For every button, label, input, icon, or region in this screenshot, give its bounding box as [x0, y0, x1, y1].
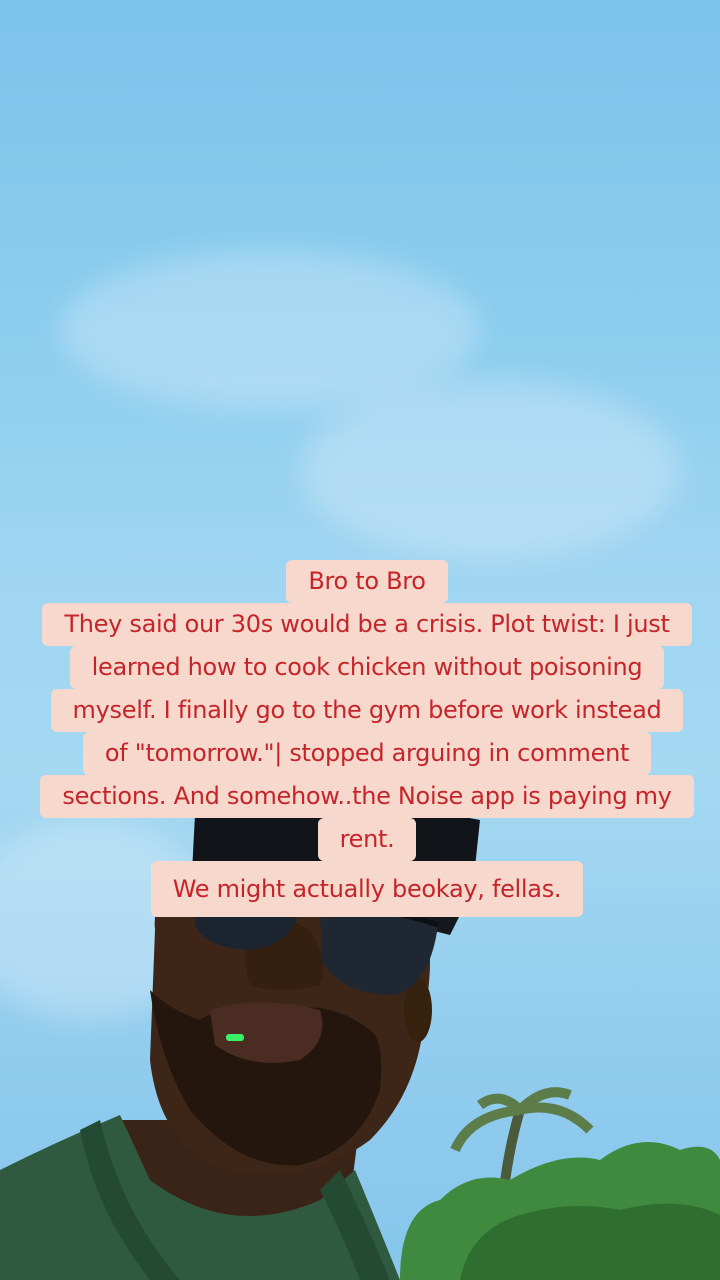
- caption-line: learned how to cook chicken without pois…: [69, 646, 665, 689]
- caption-title: Bro to Bro: [286, 560, 448, 603]
- caption-line: We might actually beokay, fellas.: [150, 861, 584, 917]
- caption-line: of "tomorrow."| stopped arguing in comme…: [82, 732, 652, 775]
- caption-overlay: Bro to Bro They said our 30s would be a …: [20, 560, 714, 917]
- caption-line: myself. I finally go to the gym before w…: [50, 689, 684, 732]
- green-light: [226, 1034, 244, 1041]
- caption-line: sections. And somehow..the Noise app is …: [40, 775, 694, 818]
- caption-line: They said our 30s would be a crisis. Plo…: [42, 603, 692, 646]
- caption-line: rent.: [317, 818, 417, 861]
